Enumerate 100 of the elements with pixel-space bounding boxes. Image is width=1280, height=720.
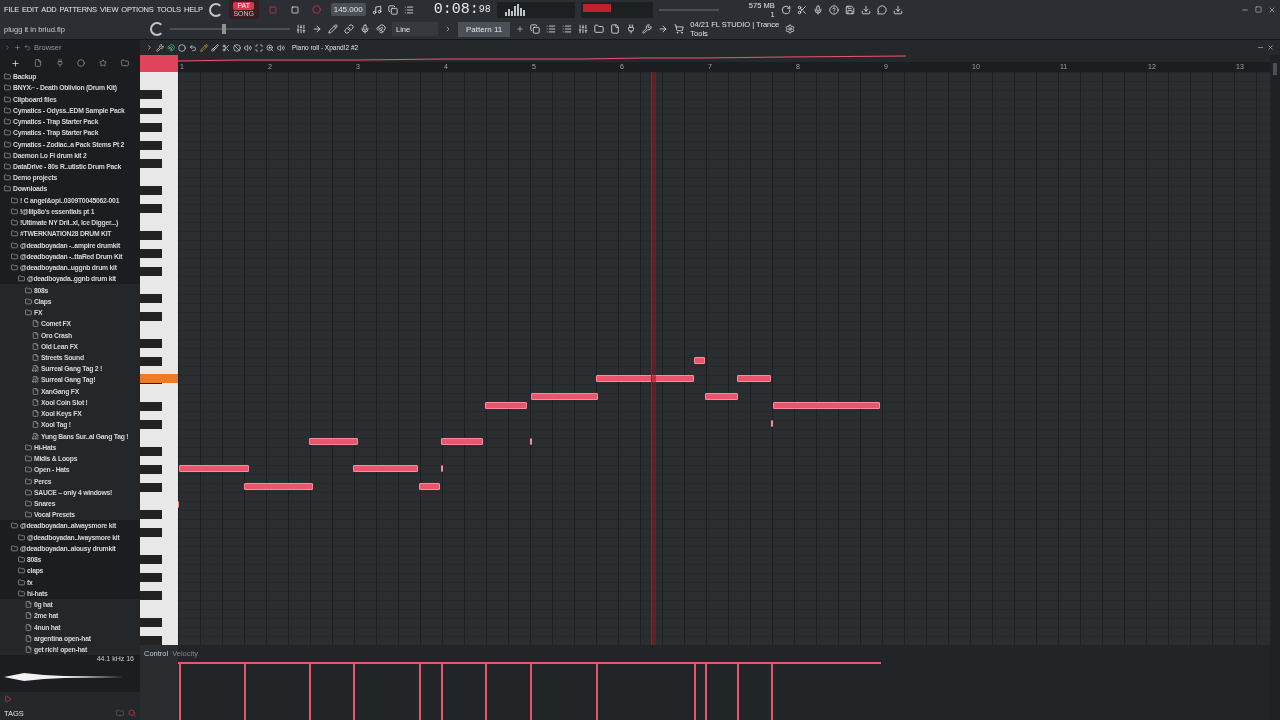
slice-icon[interactable]: [222, 43, 230, 52]
folder-icon: [11, 544, 18, 552]
velocity-bar[interactable]: [771, 664, 774, 720]
select-icon[interactable]: [255, 43, 263, 52]
microphone-icon[interactable]: [812, 4, 823, 15]
preview-icon[interactable]: [277, 43, 285, 52]
settings-icon[interactable]: [785, 24, 796, 35]
link-icon[interactable]: [344, 24, 354, 35]
folder-icon: [18, 533, 25, 541]
pitch-knob[interactable]: [150, 22, 164, 37]
folder-icon: [18, 589, 25, 597]
mute-icon[interactable]: [244, 43, 252, 52]
audio-file-icon: [32, 376, 39, 384]
cut-icon[interactable]: [796, 4, 807, 15]
folder-icon: [11, 207, 18, 215]
cart-icon[interactable]: [674, 24, 685, 35]
delete-icon[interactable]: [233, 43, 241, 52]
velocity-bar[interactable]: [737, 664, 740, 720]
folder-icon: [4, 84, 11, 92]
folder-icon: [11, 241, 18, 249]
add-icon[interactable]: [516, 25, 525, 34]
note[interactable]: [693, 357, 706, 364]
file-icon: [25, 623, 32, 631]
file-icon: [32, 353, 39, 361]
chevron-right-icon[interactable]: [444, 25, 452, 34]
tool-icon[interactable]: [642, 24, 653, 35]
piano-keyboard[interactable]: [140, 72, 178, 645]
folder-icon: [25, 286, 32, 294]
file-icon: [25, 601, 32, 609]
pointer-icon[interactable]: [658, 24, 669, 35]
file-icon[interactable]: [33, 59, 42, 67]
close-icon[interactable]: [1267, 44, 1274, 51]
mixer-icon[interactable]: [578, 24, 589, 35]
file-icon: [32, 331, 39, 339]
time-display: 0:08:: [433, 1, 479, 19]
all-files-icon[interactable]: [10, 58, 20, 68]
tool-corner: [140, 55, 178, 72]
folder-icon: [18, 556, 25, 564]
file-icon: [32, 398, 39, 406]
maximize-icon[interactable]: [1255, 6, 1262, 14]
folder-icon: [4, 106, 11, 114]
velocity-bar[interactable]: [529, 664, 532, 720]
chat-icon[interactable]: [876, 4, 887, 15]
download-icon[interactable]: [892, 4, 903, 15]
folder-icon: [18, 567, 25, 575]
magnet-icon[interactable]: [167, 43, 175, 52]
star-icon[interactable]: [99, 59, 108, 67]
brush-icon[interactable]: [211, 43, 219, 52]
note[interactable]: [529, 438, 532, 445]
magnet-icon[interactable]: [376, 24, 386, 35]
folder-icon: [11, 196, 18, 204]
wrench-icon[interactable]: [156, 43, 164, 52]
arrow-right-icon[interactable]: [312, 24, 322, 35]
time-centiseconds: 98: [478, 4, 491, 16]
plugin-icon[interactable]: [55, 59, 64, 67]
pattern-selector[interactable]: Pattern 11: [458, 21, 511, 37]
minimize-icon[interactable]: [1257, 44, 1264, 51]
close-icon[interactable]: [1268, 5, 1276, 14]
back-icon[interactable]: [24, 44, 31, 51]
velocity-bar[interactable]: [309, 664, 312, 720]
folder-icon: [18, 275, 25, 283]
search-icon[interactable]: [128, 709, 136, 717]
velocity-bar[interactable]: [178, 664, 181, 720]
undo-icon[interactable]: [189, 43, 197, 52]
note[interactable]: [737, 375, 772, 382]
note[interactable]: [484, 402, 527, 409]
folder-icon: [4, 163, 11, 170]
folder-icon: [11, 219, 18, 227]
zoom-icon[interactable]: [266, 43, 274, 52]
tempo-display[interactable]: 145.000: [330, 3, 366, 17]
note[interactable]: [771, 420, 774, 427]
scrollbar-thumb[interactable]: [1273, 63, 1277, 75]
help-icon[interactable]: [828, 4, 839, 15]
velocity-bar[interactable]: [484, 664, 487, 720]
refresh-icon[interactable]: [780, 4, 791, 15]
plugin-icon[interactable]: [626, 24, 637, 35]
folder-icon: [25, 500, 32, 507]
velocity-bar[interactable]: [352, 664, 355, 720]
note[interactable]: [441, 465, 444, 472]
velocity-bar[interactable]: [595, 664, 598, 720]
velocity-bar[interactable]: [705, 664, 708, 720]
square-icon[interactable]: [290, 5, 299, 14]
velocity-bar[interactable]: [418, 664, 421, 720]
velocity-bar[interactable]: [441, 664, 444, 720]
note[interactable]: [705, 393, 739, 400]
browser-icon[interactable]: [594, 24, 605, 35]
velocity-bar[interactable]: [244, 664, 247, 720]
note[interactable]: [418, 483, 441, 490]
file-icon: [32, 387, 39, 395]
knob[interactable]: [208, 2, 223, 17]
audio-file-icon: [32, 432, 39, 440]
save-icon[interactable]: [844, 4, 855, 15]
folder-icon[interactable]: [121, 59, 130, 67]
pressed-key: [140, 374, 178, 383]
slider-thumb[interactable]: [222, 24, 227, 35]
velocity-bar[interactable]: [693, 664, 696, 720]
file-icon: [25, 612, 32, 620]
folder-icon: [25, 297, 32, 305]
add-icon[interactable]: [14, 44, 21, 51]
audio-file-icon: [32, 365, 39, 373]
